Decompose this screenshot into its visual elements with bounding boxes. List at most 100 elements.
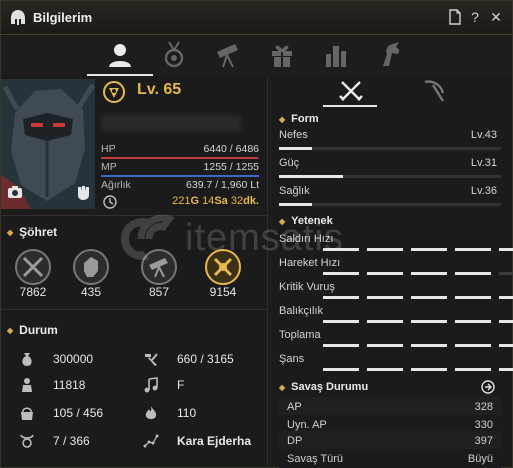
combat-value: 328 — [474, 401, 493, 413]
skill-segment — [499, 296, 513, 299]
status-value: 660 / 3165 — [177, 352, 234, 366]
skill-segment — [367, 248, 403, 251]
form-heading-text: Form — [291, 113, 319, 125]
sun-swords-medal-icon[interactable] — [203, 247, 243, 287]
crossed-swords-tab-icon[interactable] — [337, 79, 365, 103]
separator — [1, 215, 267, 216]
skill-label: Saldırı Hızı — [279, 233, 334, 245]
hp-label: HP — [101, 143, 116, 155]
fist-icon[interactable] — [75, 183, 91, 201]
combat-value: 330 — [474, 419, 493, 431]
fist-medal-icon[interactable] — [71, 247, 111, 287]
arrow-right-circle-icon[interactable] — [481, 380, 495, 394]
horse-icon[interactable] — [375, 40, 405, 70]
skill-segment — [455, 296, 491, 299]
hp-value: 6440 / 6486 — [203, 143, 259, 155]
camera-icon[interactable] — [7, 185, 23, 199]
pickaxe-tab-icon[interactable] — [419, 79, 447, 103]
fame-heading: ◆ Şöhret — [7, 225, 58, 239]
character-level: Lv. 65 — [137, 81, 182, 98]
skill-segment — [367, 368, 403, 371]
mp-value: 1255 / 1255 — [203, 161, 259, 173]
skill-segment — [323, 344, 359, 347]
flame-icon — [145, 406, 157, 419]
form-value: Lv.31 — [470, 157, 497, 169]
weight-value: 639.7 / 1,960 Lt — [186, 179, 259, 191]
doc-icon[interactable] — [447, 9, 463, 25]
profile-icon[interactable] — [87, 40, 153, 76]
skill-label: Balıkçılık — [279, 305, 324, 317]
skill-segment — [499, 248, 513, 251]
coin-bag-icon — [22, 353, 32, 366]
skill-segment — [455, 320, 491, 323]
character-portrait — [1, 79, 95, 209]
music-note-icon — [144, 377, 158, 393]
combat-value: 397 — [474, 435, 493, 447]
medal-icon[interactable] — [159, 40, 189, 70]
gift-icon[interactable] — [267, 40, 297, 70]
constellation-icon — [143, 434, 159, 448]
playtime-minutes-unit: dk. — [243, 195, 259, 207]
skill-segment — [411, 248, 447, 251]
telescope-icon[interactable] — [213, 40, 243, 70]
combat-heading-text: Savaş Durumu — [291, 381, 369, 393]
form-row: Güç Lv.31 — [279, 157, 501, 171]
active-tab-indicator — [323, 105, 377, 107]
help-icon[interactable]: ? — [467, 9, 483, 25]
skill-segment — [323, 368, 359, 371]
form-value: Lv.43 — [470, 129, 497, 141]
form-row: Sağlık Lv.36 — [279, 185, 501, 199]
combat-label: Savaş Türü — [287, 453, 344, 465]
title-bar[interactable]: Bilgilerim ? ✕ — [1, 1, 512, 35]
playtime-days-unit: G — [190, 195, 199, 207]
playtime-value: 221G 14Sa 32dk. — [172, 195, 259, 207]
medal-value: 857 — [148, 285, 170, 299]
form-progress-bar — [279, 147, 501, 150]
form-value: Lv.36 — [470, 185, 497, 197]
skill-segment — [455, 248, 491, 251]
form-row: Nefes Lv.43 — [279, 129, 501, 143]
skill-segment — [411, 368, 447, 371]
skill-segment — [499, 368, 513, 371]
skill-segment — [367, 272, 403, 275]
skill-segment — [323, 320, 359, 323]
mp-bar — [101, 175, 259, 177]
telescope-medal-icon[interactable] — [139, 247, 179, 287]
skill-segment — [367, 344, 403, 347]
taurus-icon — [20, 434, 34, 448]
close-icon[interactable]: ✕ — [488, 9, 504, 25]
playtime-hours: 14 — [202, 195, 215, 207]
combat-row: DP 397 — [279, 431, 501, 451]
status-value: 300000 — [53, 352, 94, 366]
medal-value: 7862 — [19, 285, 47, 299]
status-heading: ◆ Durum — [7, 323, 58, 337]
combat-heading: ◆ Savaş Durumu — [279, 381, 369, 393]
mp-row: MP 1255 / 1255 — [101, 161, 259, 175]
skills-heading: ◆ Yetenek — [279, 215, 333, 227]
skill-segment — [411, 344, 447, 347]
status-value: 7 / 366 — [53, 434, 90, 448]
character-name-redacted — [101, 115, 241, 131]
skill-segment — [367, 320, 403, 323]
fame-heading-text: Şöhret — [19, 225, 58, 239]
level-emblem-icon — [103, 81, 125, 103]
skill-label: Hareket Hızı — [279, 257, 341, 269]
person-icon — [22, 378, 32, 392]
skill-segment — [367, 296, 403, 299]
gift-bag-icon — [21, 407, 33, 420]
mp-label: MP — [101, 161, 117, 173]
playtime-minutes: 32 — [230, 195, 244, 207]
window-title: Bilgilerim — [33, 10, 93, 25]
playtime-row: 221G 14Sa 32dk. — [101, 195, 259, 211]
skill-label: Şans — [279, 353, 305, 365]
skill-segment — [455, 344, 491, 347]
combat-label: Uyn. AP — [287, 419, 327, 431]
skill-segment — [411, 320, 447, 323]
combat-row: Savaş Türü Büyü — [279, 449, 501, 468]
crossed-swords-medal-icon[interactable] — [13, 247, 53, 287]
chart-icon[interactable] — [321, 40, 351, 70]
medal-value: 435 — [80, 285, 102, 299]
skill-segment — [499, 272, 513, 275]
form-progress-bar — [279, 203, 501, 206]
character-info-window: Bilgilerim ? ✕ Lv. 65 HP 6440 / 6486 MP … — [0, 0, 513, 468]
